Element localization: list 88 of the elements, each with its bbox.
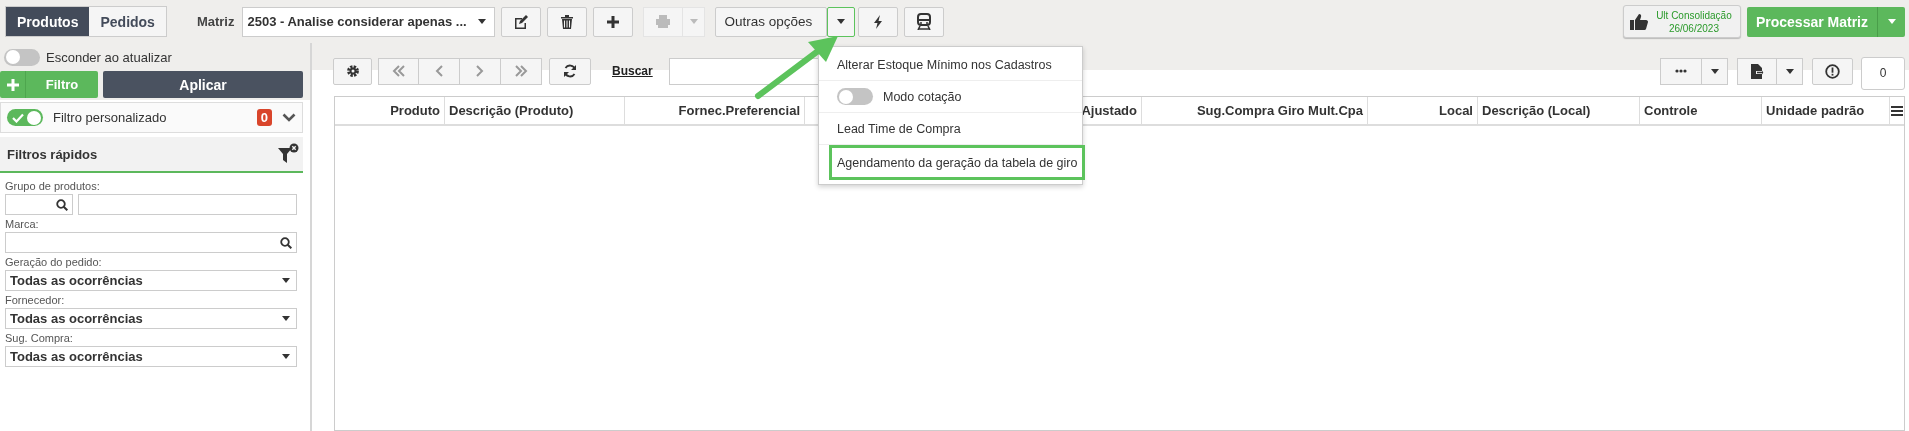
more-dropdown-button[interactable] — [1702, 57, 1728, 85]
column-header[interactable]: Descrição (Local) — [1478, 97, 1640, 124]
tab[interactable]: Produtos — [6, 7, 90, 36]
double-chevron-right-icon — [514, 65, 528, 77]
column-header[interactable]: Controle — [1640, 97, 1762, 124]
field-label: Sug. Compra: — [5, 332, 74, 344]
column-header[interactable]: Fornec.Preferencial — [625, 97, 805, 124]
train-button[interactable] — [904, 6, 945, 37]
alert-icon — [1825, 63, 1840, 79]
file-export-icon — [1750, 63, 1764, 79]
select-field[interactable]: Todas as ocorrências — [5, 346, 297, 367]
lookup-field[interactable] — [5, 232, 297, 253]
column-header[interactable]: Local — [1368, 97, 1478, 124]
export-button[interactable] — [1737, 57, 1777, 85]
field-label: Matriz — [196, 14, 235, 29]
alert-button[interactable] — [1812, 57, 1853, 85]
last-page-button[interactable] — [501, 57, 542, 85]
field-label: Marca: — [5, 218, 40, 230]
chevron-right-icon — [476, 65, 484, 77]
field-label: Fornecedor: — [5, 294, 66, 306]
check-icon — [12, 112, 24, 123]
input-field[interactable] — [78, 194, 297, 215]
caret-icon — [1710, 68, 1719, 74]
chevron-down-icon — [282, 113, 296, 122]
caret-icon — [282, 316, 290, 321]
field-label: Geração do pedido: — [5, 256, 103, 268]
search-icon — [280, 236, 292, 249]
tab[interactable]: Pedidos — [89, 7, 166, 36]
lightning-icon — [873, 14, 884, 29]
other-options-button[interactable]: Outras opções — [715, 6, 828, 37]
toggle-switch[interactable] — [7, 109, 43, 126]
first-page-button[interactable] — [378, 57, 419, 85]
lightning-button[interactable] — [858, 6, 899, 37]
custom-filter-label: Filtro personalizado — [53, 110, 167, 125]
search-icon — [56, 198, 68, 211]
menu-item[interactable]: Modo cotação — [819, 81, 1082, 113]
delete-button[interactable] — [547, 6, 588, 37]
toggle-label: Modo cotação — [883, 89, 962, 104]
chevron-left-icon — [435, 65, 443, 77]
previous-page-button[interactable] — [419, 57, 460, 85]
caret-icon — [282, 278, 290, 283]
menu-icon — [1891, 105, 1903, 116]
add-button[interactable] — [593, 6, 634, 37]
menu-item[interactable]: Lead Time de Compra — [819, 113, 1082, 145]
column-header[interactable]: Descrição (Produto) — [445, 97, 625, 124]
caret-icon — [1785, 68, 1794, 74]
count-badge: 0 — [256, 109, 272, 126]
caret-icon — [837, 19, 846, 24]
menu-item[interactable]: Agendamento da geração da tabela de giro — [829, 145, 1085, 180]
caret-icon — [1887, 19, 1896, 24]
consolidation-label: Ult Consolidação — [1656, 8, 1732, 22]
edit-button[interactable] — [501, 6, 542, 37]
section-title: Filtros rápidos — [7, 146, 98, 162]
refresh-icon — [563, 64, 577, 78]
edit-icon — [514, 14, 529, 29]
select-field[interactable]: Todas as ocorrências — [5, 270, 297, 291]
caret-icon — [478, 19, 487, 24]
settings-button[interactable] — [333, 57, 372, 85]
double-chevron-left-icon — [391, 65, 406, 77]
settings-icon — [345, 64, 360, 78]
column-header[interactable]: Unidade padrão — [1762, 97, 1890, 124]
column-header[interactable]: Produto — [335, 97, 445, 124]
search-link[interactable]: Buscar — [612, 64, 653, 78]
matriz-select[interactable]: 2503 - Analise considerar apenas ... — [242, 6, 496, 37]
ellipsis-icon — [1675, 69, 1687, 73]
train-icon — [916, 13, 933, 30]
refresh-button[interactable] — [549, 57, 591, 85]
plus-icon — [607, 15, 620, 28]
plus-icon — [6, 78, 19, 91]
select-field[interactable]: Todas as ocorrências — [5, 308, 297, 329]
trash-icon — [561, 14, 574, 29]
dropdown-button[interactable] — [827, 6, 856, 37]
filter-clear-icon — [277, 143, 299, 165]
toggle-switch[interactable] — [837, 88, 873, 105]
record-count: 0 — [1861, 56, 1905, 90]
column-header[interactable]: Sug.Compra Giro Mult.Cpa — [1142, 97, 1368, 124]
caret-icon — [690, 19, 698, 24]
export-dropdown-button[interactable] — [1777, 57, 1803, 85]
process-dropdown-button[interactable] — [1877, 6, 1905, 37]
thumbs-up-icon — [1629, 13, 1648, 30]
apply-button[interactable]: Aplicar — [103, 71, 303, 98]
next-page-button[interactable] — [460, 57, 501, 85]
field-label: Grupo de produtos: — [5, 180, 101, 192]
toggle-switch[interactable] — [4, 48, 40, 66]
toggle-label: Esconder ao atualizar — [46, 49, 172, 65]
caret-icon — [282, 354, 290, 359]
consolidation-date: 26/06/2023 — [1668, 21, 1719, 35]
lookup-field[interactable] — [5, 194, 73, 215]
